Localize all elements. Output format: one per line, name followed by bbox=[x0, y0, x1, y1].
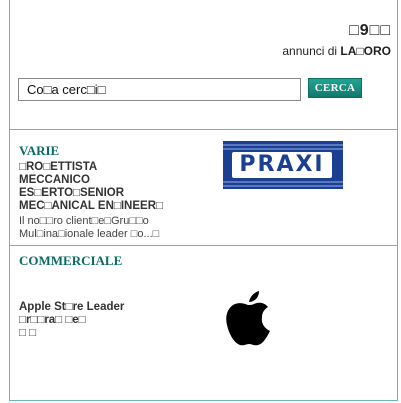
apple-logo[interactable] bbox=[222, 287, 274, 354]
divider bbox=[9, 129, 398, 130]
divider bbox=[9, 245, 398, 246]
category-commerciale[interactable]: COMMERCIALE bbox=[19, 253, 122, 269]
listing-description: Il no□□ro client□e□Gru□□o Mul□ina□ionale… bbox=[19, 215, 160, 240]
search-button[interactable]: CERCA bbox=[308, 78, 362, 98]
praxi-logo[interactable]: PRAXI bbox=[223, 141, 343, 189]
ad-count: □9□□ bbox=[349, 22, 391, 39]
annunci-label: annunci di LA□ORO bbox=[282, 44, 391, 58]
listing-title[interactable]: □RO□ETTISTA MECCANICO ES□ERTO□SENIOR MEC… bbox=[19, 161, 163, 213]
category-varie[interactable]: VARIE bbox=[19, 143, 59, 159]
brand-name: LA□ORO bbox=[340, 44, 391, 58]
praxi-logo-text: PRAXI bbox=[232, 152, 332, 178]
search-input[interactable] bbox=[18, 78, 301, 101]
listing-title[interactable]: Apple St□re Leader □r□□ra□ □e□ □ □ bbox=[19, 301, 124, 340]
apple-icon bbox=[226, 291, 270, 346]
